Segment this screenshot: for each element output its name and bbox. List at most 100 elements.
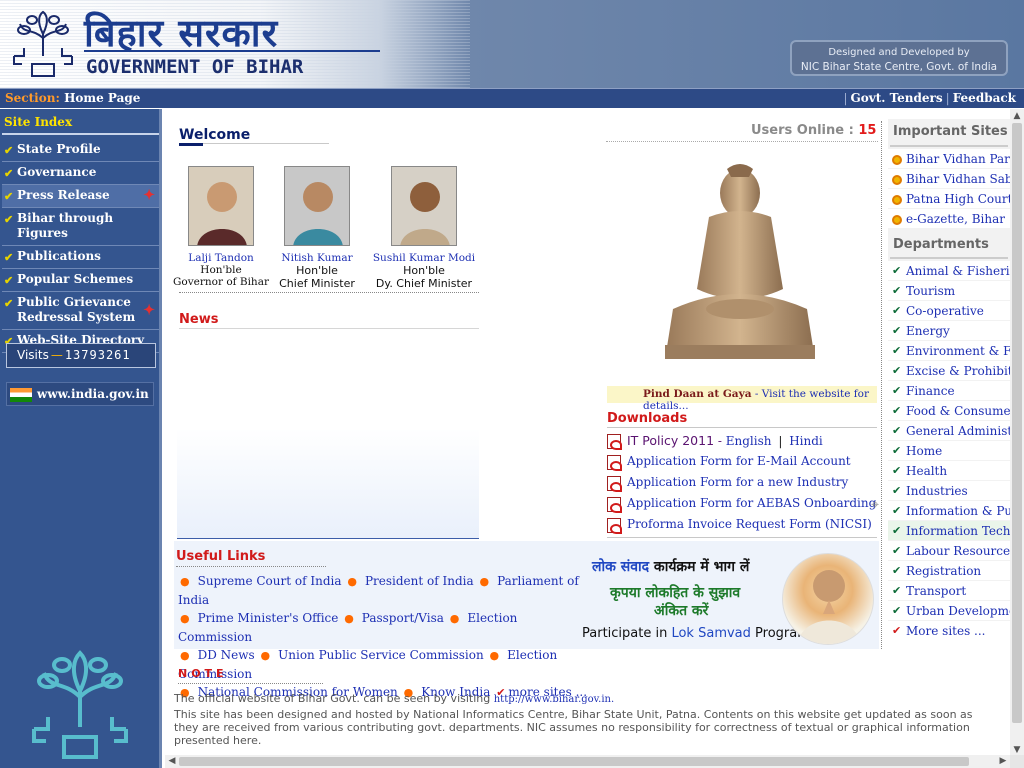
more-sites-link[interactable]: ✔ More sites ... [888,621,1010,639]
note-disclaimer: This site has been designed and hosted b… [174,708,973,747]
department-link[interactable]: ✔ Co-operative [888,301,1010,321]
download-industry-form[interactable]: Application Form for a new Industry [607,473,879,494]
department-link[interactable]: ✔ Labour Resources [888,541,1010,561]
news-title: News [179,312,219,327]
bihar-gov-link[interactable]: http://www.bihar.gov.in. [494,694,614,705]
department-link[interactable]: ✔ Health [888,461,1010,481]
check-icon: ✔ [892,384,902,397]
sidebar-item-press-release[interactable]: ✔ Press Release ✦ [2,185,159,208]
department-link[interactable]: ✔Information & Public Relations [888,501,1010,521]
useful-link[interactable]: Passport/Visa [362,611,444,625]
india-flag-icon [10,388,32,402]
site-header: बिहार सरकार GOVERNMENT OF BIHAR Designed… [0,0,1024,88]
check-icon: ✔ [4,213,14,226]
useful-link[interactable]: Union Public Service Commission [278,648,484,662]
useful-link[interactable]: Prime Minister's Office [198,611,339,625]
bullet-icon: ● [479,575,490,588]
department-link[interactable]: ✔Excise & Prohibition [888,361,1010,381]
pind-daan-banner[interactable]: Pind Daan at Gaya - Visit the website fo… [607,386,877,412]
check-icon: ✔ [892,444,902,457]
department-link[interactable]: ✔Environment & Forest [888,341,1010,361]
useful-link[interactable]: Supreme Court of India [198,574,342,588]
download-email-form[interactable]: Application Form for E-Mail Account [607,452,879,473]
lok-samvad-banner[interactable]: लोक संवाद कार्यक्रम में भाग लें कृपया लो… [580,543,880,649]
submenu-star-icon: ✦ [143,187,155,204]
visits-label: Visits [17,348,49,362]
bullet-icon [892,155,902,165]
bullet-icon [892,195,902,205]
departments-title: Departments [893,237,989,252]
chief-minister-namaste-photo [782,553,874,645]
important-site-link[interactable]: Bihar Vidhan Parishad [888,149,1010,169]
sidebar-nav: ✔ State Profile ✔ Governance ✔ Press Releas… [2,139,159,353]
sidebar-item-public-grievance[interactable]: ✔ Public Grievance Redressal System ✦ [2,292,159,330]
chief-minister-name[interactable]: Nitish Kumar [262,252,372,264]
department-link[interactable]: ✔ Finance [888,381,1010,401]
sidebar-item-governance[interactable]: ✔ Governance [2,162,159,185]
horizontal-scrollbar[interactable]: ◀ ▶ [165,755,1010,768]
department-link[interactable]: ✔ Energy [888,321,1010,341]
check-icon: ✔ [892,344,902,357]
scroll-up-icon[interactable]: ▲ [1010,109,1024,123]
sidebar-item-publications[interactable]: ✔ Publications [2,246,159,269]
pdf-icon [607,434,622,450]
check-icon: ✔ [892,484,902,497]
feedback-link[interactable]: Feedback [953,91,1016,105]
check-icon: ✔ [892,544,902,557]
it-policy-hindi-link[interactable]: Hindi [789,434,823,448]
scroll-thumb[interactable] [1012,123,1022,723]
department-link[interactable]: ✔General Administration [888,421,1010,441]
users-online-count: 15 [858,123,877,138]
govt-tenders-link[interactable]: Govt. Tenders [851,91,943,105]
department-link[interactable]: ✔Urban Development [888,601,1010,621]
check-icon: ✔ [892,604,902,617]
scroll-left-icon[interactable]: ◀ [165,755,179,768]
sidebar-item-state-profile[interactable]: ✔ State Profile [2,139,159,162]
important-site-link[interactable]: Bihar Vidhan Sabha [888,169,1010,189]
note-title: NOTE [178,667,228,680]
sidebar-item-bihar-through-figures[interactable]: ✔ Bihar through Figures [2,208,159,246]
department-link[interactable]: ✔ Industries [888,481,1010,501]
page-root: बिहार सरकार GOVERNMENT OF BIHAR Designed… [0,0,1024,768]
designed-by-box: Designed and Developed by NIC Bihar Stat… [790,40,1008,76]
pdf-icon [607,476,622,492]
sidebar-item-popular-schemes[interactable]: ✔ Popular Schemes [2,269,159,292]
department-link[interactable]: ✔ Home [888,441,1010,461]
useful-link[interactable]: DD News [198,648,255,662]
english-title: GOVERNMENT OF BIHAR [86,56,304,78]
download-aebas-form[interactable]: Application Form for AEBAS Onboarding ⌖ [607,494,879,515]
check-icon: ✔ [892,284,902,297]
downloads-title: Downloads [607,411,688,426]
note-line1: The official website of Bihar Govt. can … [174,692,615,705]
deputy-chief-minister-name[interactable]: Sushil Kumar Modi [369,252,479,264]
departments-list: ✔Animal & Fisheries ✔Tourism ✔Co-operati… [888,261,1010,639]
check-icon: ✔ [892,584,902,597]
pdf-icon [607,455,622,471]
vertical-scrollbar[interactable]: ▲ ▼ [1010,109,1024,757]
department-link[interactable]: ✔ Registration [888,561,1010,581]
department-link[interactable]: ✔Food & Consumer Protection [888,401,1010,421]
governor-name[interactable]: Lalji Tandon [166,252,276,264]
important-site-link[interactable]: e-Gazette, Bihar [888,209,1010,229]
download-proforma-invoice[interactable]: Proforma Invoice Request Form (NICSI) [607,515,879,536]
bullet-icon: ● [347,575,357,588]
department-link[interactable]: ✔Information Technology [888,521,1010,541]
it-policy-english-link[interactable]: English [726,434,772,448]
designed-line1: Designed and Developed by [828,47,970,58]
it-policy-label: IT Policy 2011 [627,433,715,448]
scroll-thumb[interactable] [179,757,969,766]
check-icon: ✔ [4,297,14,310]
scroll-right-icon[interactable]: ▶ [996,755,1010,768]
india-gov-link[interactable]: www.india.gov.in [6,382,154,406]
deputy-chief-minister-photo [391,166,457,246]
check-icon: ✔ [892,304,902,317]
visits-count: 13793261 [64,348,131,362]
bullet-icon: ● [180,612,190,625]
department-link[interactable]: ✔Animal & Fisheries [888,261,1010,281]
important-site-link[interactable]: Patna High Court [888,189,1010,209]
department-link[interactable]: ✔ Transport [888,581,1010,601]
downloads-list: IT Policy 2011 - English | Hindi Applica… [607,431,879,536]
check-icon: ✔ [892,404,902,417]
useful-link[interactable]: President of India [365,574,474,588]
department-link[interactable]: ✔ Tourism [888,281,1010,301]
